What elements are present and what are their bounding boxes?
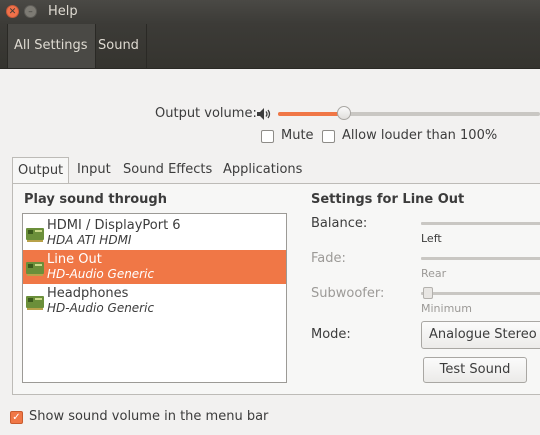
close-icon[interactable]: ✕ [6, 5, 19, 18]
device-name: Headphones [47, 286, 129, 301]
all-settings-button[interactable]: All Settings [7, 24, 96, 68]
minimize-icon[interactable]: – [24, 5, 37, 18]
show-volume-menu-checkbox[interactable]: ✓ [10, 411, 23, 424]
device-subtitle: HD-Audio Generic [47, 301, 155, 315]
allow-louder-label: Allow louder than 100% [342, 128, 498, 143]
breadcrumb: All Settings Sound [0, 24, 540, 69]
fade-slider [421, 257, 540, 260]
audio-card-icon [26, 296, 44, 310]
subwoofer-caption: Minimum [421, 302, 472, 315]
list-item[interactable]: Headphones HD-Audio Generic [23, 284, 286, 318]
mode-label: Mode: [311, 327, 351, 342]
tab-output[interactable]: Output [12, 157, 70, 184]
tab-applications[interactable]: Applications [218, 157, 307, 183]
output-volume-slider[interactable] [278, 106, 540, 120]
play-sound-through-title: Play sound through [24, 192, 167, 207]
menu-help[interactable]: Help [48, 4, 78, 19]
device-list: HDMI / DisplayPort 6 HDA ATI HDMI Line O… [22, 213, 287, 383]
subwoofer-label: Subwoofer: [311, 286, 385, 301]
allow-louder-checkbox[interactable] [322, 130, 335, 143]
test-sound-button[interactable]: Test Sound [423, 357, 527, 383]
title-bar: ✕ – Help [0, 0, 540, 24]
settings-title: Settings for Line Out [311, 192, 465, 207]
audio-card-icon [26, 228, 44, 242]
list-item[interactable]: HDMI / DisplayPort 6 HDA ATI HDMI [23, 216, 286, 250]
balance-caption: Left [421, 232, 442, 245]
output-volume-label: Output volume: [155, 106, 257, 121]
mute-checkbox[interactable] [261, 130, 274, 143]
list-item[interactable]: Line Out HD-Audio Generic [23, 250, 286, 284]
fade-caption: Rear [421, 267, 447, 280]
device-name: Line Out [47, 252, 102, 267]
audio-card-icon [26, 262, 44, 276]
show-volume-menu-label: Show sound volume in the menu bar [29, 409, 269, 424]
subwoofer-handle [423, 287, 433, 299]
device-subtitle: HDA ATI HDMI [47, 233, 132, 247]
balance-label: Balance: [311, 216, 368, 231]
balance-slider[interactable] [421, 222, 540, 225]
tab-input[interactable]: Input [72, 157, 116, 183]
device-subtitle: HD-Audio Generic [47, 267, 155, 281]
mode-select[interactable]: Analogue Stereo O [421, 321, 540, 349]
output-volume-handle[interactable] [336, 106, 351, 120]
speaker-icon [257, 108, 271, 120]
sound-breadcrumb[interactable]: Sound [91, 24, 147, 68]
fade-label: Fade: [311, 251, 346, 266]
mute-label: Mute [281, 128, 314, 143]
output-volume-fill [278, 112, 344, 116]
subwoofer-slider [421, 292, 540, 295]
tab-sound-effects[interactable]: Sound Effects [118, 157, 217, 183]
device-name: HDMI / DisplayPort 6 [47, 218, 181, 233]
